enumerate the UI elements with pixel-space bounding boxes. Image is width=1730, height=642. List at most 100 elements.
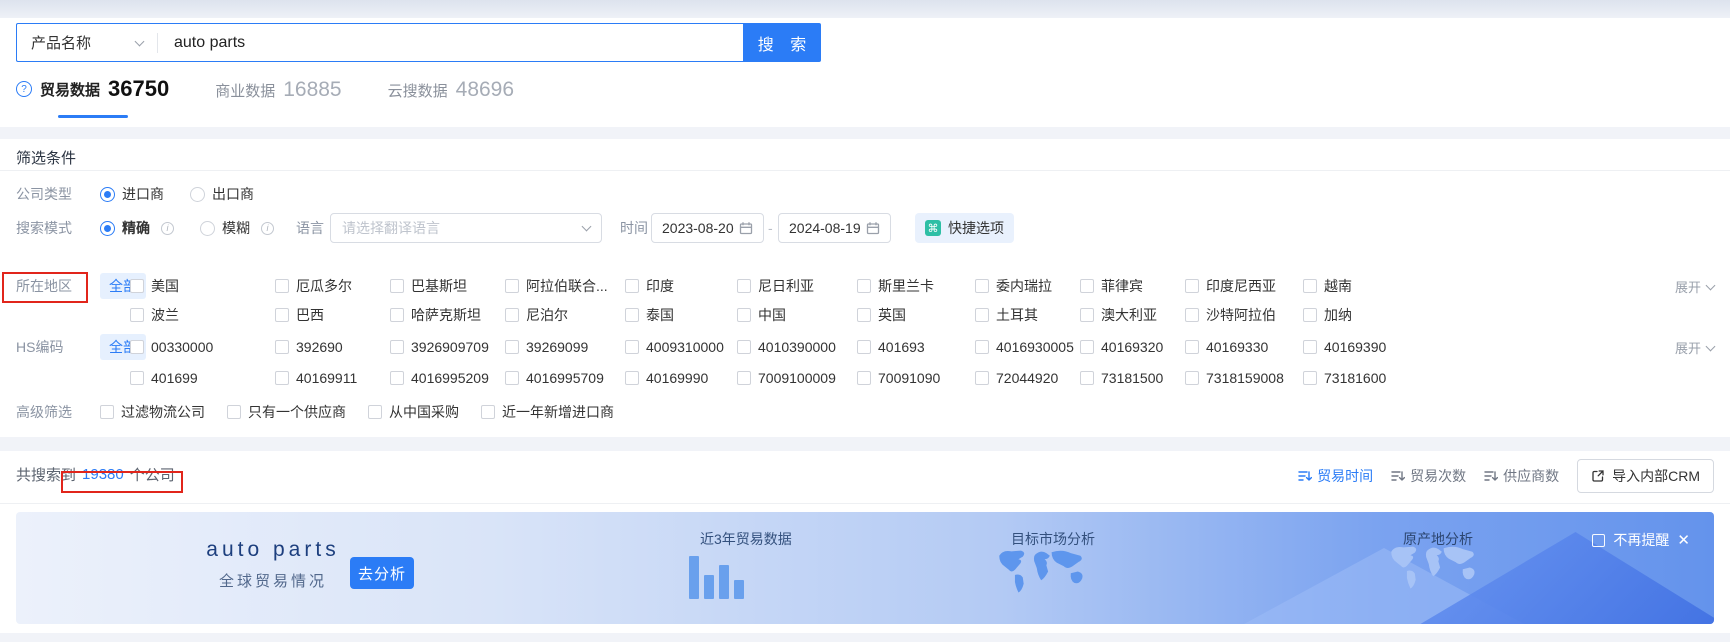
- checkbox-icon[interactable]: [1080, 371, 1094, 385]
- hscode-checkbox-item[interactable]: 4016930005: [975, 339, 1080, 355]
- radio-exporter[interactable]: 出口商: [190, 184, 254, 204]
- hscode-expand-link[interactable]: 展开: [1675, 336, 1716, 358]
- region-checkbox-item[interactable]: 英国: [857, 305, 975, 325]
- search-button[interactable]: 搜 索: [743, 23, 821, 62]
- checkbox-icon[interactable]: [368, 405, 382, 419]
- checkbox-icon[interactable]: [975, 340, 989, 354]
- sort-trade-time[interactable]: 贸易时间: [1298, 466, 1373, 486]
- hscode-checkbox-item[interactable]: 40169390: [1303, 339, 1660, 355]
- checkbox-icon[interactable]: [481, 405, 495, 419]
- checkbox-icon[interactable]: [100, 405, 114, 419]
- language-select[interactable]: 请选择翻译语言: [330, 213, 602, 243]
- info-icon[interactable]: i: [161, 221, 174, 235]
- sort-trade-count[interactable]: 贸易次数: [1391, 466, 1466, 486]
- checkbox-icon[interactable]: [975, 371, 989, 385]
- region-checkbox-item[interactable]: 澳大利亚: [1080, 305, 1185, 325]
- checkbox-icon[interactable]: [1080, 340, 1094, 354]
- checkbox-icon[interactable]: [737, 340, 751, 354]
- checkbox-icon[interactable]: [975, 279, 989, 293]
- checkbox-icon[interactable]: [130, 371, 144, 385]
- checkbox-icon[interactable]: [390, 308, 404, 322]
- region-checkbox-item[interactable]: 加纳: [1303, 305, 1660, 325]
- radio-importer[interactable]: 进口商: [100, 184, 164, 204]
- region-checkbox-item[interactable]: 印度: [625, 276, 737, 296]
- hscode-checkbox-item[interactable]: 7318159008: [1185, 370, 1303, 386]
- dismiss-checkbox[interactable]: [1592, 533, 1606, 547]
- region-checkbox-item[interactable]: 中国: [737, 305, 857, 325]
- hscode-checkbox-item[interactable]: 40169911: [275, 370, 390, 386]
- hscode-checkbox-item[interactable]: 3926909709: [390, 339, 505, 355]
- checkbox-icon[interactable]: [130, 279, 144, 293]
- checkbox-icon[interactable]: [275, 308, 289, 322]
- hscode-checkbox-item[interactable]: 40169990: [625, 370, 737, 386]
- tab-business-data[interactable]: 商业数据 16885: [215, 78, 341, 118]
- close-icon[interactable]: ✕: [1677, 533, 1690, 548]
- checkbox-icon[interactable]: [625, 308, 639, 322]
- checkbox-icon[interactable]: [505, 279, 519, 293]
- region-checkbox-item[interactable]: 波兰: [130, 305, 275, 325]
- hscode-checkbox-item[interactable]: 70091090: [857, 370, 975, 386]
- advanced-checkbox-item[interactable]: 只有一个供应商: [227, 402, 346, 422]
- checkbox-icon[interactable]: [390, 371, 404, 385]
- checkbox-icon[interactable]: [857, 308, 871, 322]
- import-crm-button[interactable]: 导入内部CRM: [1577, 459, 1714, 493]
- checkbox-icon[interactable]: [505, 371, 519, 385]
- hscode-checkbox-item[interactable]: 4016995209: [390, 370, 505, 386]
- checkbox-icon[interactable]: [227, 405, 241, 419]
- checkbox-icon[interactable]: [975, 308, 989, 322]
- checkbox-icon[interactable]: [390, 340, 404, 354]
- date-end-input[interactable]: 2024-08-19: [778, 213, 891, 243]
- search-input[interactable]: [158, 33, 743, 52]
- checkbox-icon[interactable]: [1080, 279, 1094, 293]
- hscode-checkbox-item[interactable]: 401699: [130, 370, 275, 386]
- region-checkbox-item[interactable]: 土耳其: [975, 305, 1080, 325]
- quick-options-button[interactable]: ⌘ 快捷选项: [915, 213, 1014, 243]
- radio-fuzzy-mode[interactable]: 模糊 i: [200, 218, 274, 238]
- checkbox-icon[interactable]: [1303, 279, 1317, 293]
- region-checkbox-item[interactable]: 泰国: [625, 305, 737, 325]
- hscode-checkbox-item[interactable]: 00330000: [130, 339, 275, 355]
- tab-cloud-search-data[interactable]: 云搜数据 48696: [388, 78, 514, 118]
- region-checkbox-item[interactable]: 巴基斯坦: [390, 276, 505, 296]
- checkbox-icon[interactable]: [390, 279, 404, 293]
- hscode-checkbox-item[interactable]: 40169320: [1080, 339, 1185, 355]
- checkbox-icon[interactable]: [1080, 308, 1094, 322]
- region-checkbox-item[interactable]: 委内瑞拉: [975, 276, 1080, 296]
- advanced-checkbox-item[interactable]: 从中国采购: [368, 402, 459, 422]
- checkbox-icon[interactable]: [737, 308, 751, 322]
- region-checkbox-item[interactable]: 沙特阿拉伯: [1185, 305, 1303, 325]
- region-checkbox-item[interactable]: 阿拉伯联合...: [505, 276, 625, 296]
- checkbox-icon[interactable]: [1185, 340, 1199, 354]
- region-checkbox-item[interactable]: 越南: [1303, 276, 1660, 296]
- tab-trade-data[interactable]: ? 贸易数据 36750: [16, 76, 169, 118]
- checkbox-icon[interactable]: [1185, 371, 1199, 385]
- info-icon[interactable]: i: [261, 221, 274, 235]
- checkbox-icon[interactable]: [275, 279, 289, 293]
- date-start-input[interactable]: 2023-08-20: [651, 213, 764, 243]
- sort-supplier-count[interactable]: 供应商数: [1484, 466, 1559, 486]
- hscode-checkbox-item[interactable]: 72044920: [975, 370, 1080, 386]
- hscode-checkbox-item[interactable]: 392690: [275, 339, 390, 355]
- region-checkbox-item[interactable]: 美国: [130, 276, 275, 296]
- checkbox-icon[interactable]: [1303, 371, 1317, 385]
- hscode-checkbox-item[interactable]: 4016995709: [505, 370, 625, 386]
- hscode-checkbox-item[interactable]: 4010390000: [737, 339, 857, 355]
- hscode-checkbox-item[interactable]: 401693: [857, 339, 975, 355]
- checkbox-icon[interactable]: [857, 340, 871, 354]
- region-expand-link[interactable]: 展开: [1675, 275, 1716, 297]
- radio-exact-mode[interactable]: 精确 i: [100, 218, 174, 238]
- search-category-select[interactable]: 产品名称: [17, 24, 157, 61]
- checkbox-icon[interactable]: [505, 340, 519, 354]
- checkbox-icon[interactable]: [625, 340, 639, 354]
- checkbox-icon[interactable]: [275, 340, 289, 354]
- region-checkbox-item[interactable]: 哈萨克斯坦: [390, 305, 505, 325]
- region-checkbox-item[interactable]: 斯里兰卡: [857, 276, 975, 296]
- hscode-checkbox-item[interactable]: 7009100009: [737, 370, 857, 386]
- advanced-checkbox-item[interactable]: 过滤物流公司: [100, 402, 205, 422]
- hscode-checkbox-item[interactable]: 39269099: [505, 339, 625, 355]
- checkbox-icon[interactable]: [625, 279, 639, 293]
- checkbox-icon[interactable]: [1303, 340, 1317, 354]
- checkbox-icon[interactable]: [857, 279, 871, 293]
- region-checkbox-item[interactable]: 尼日利亚: [737, 276, 857, 296]
- question-circle-icon[interactable]: ?: [16, 81, 32, 97]
